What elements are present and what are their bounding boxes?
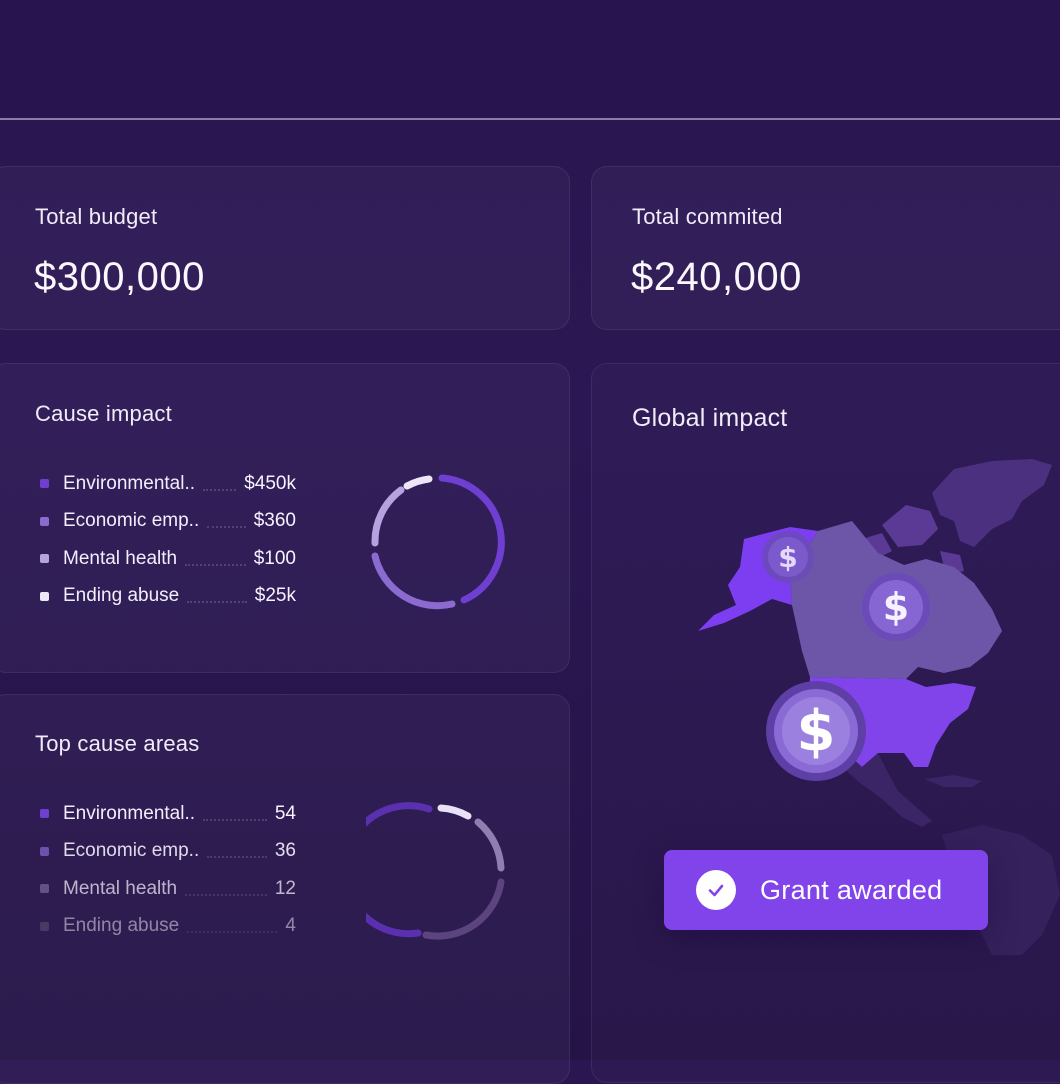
donut-segment <box>403 475 433 490</box>
legend-value: $450k <box>244 472 296 494</box>
top-cause-areas-legend: Environmental.. 54 Economic emp.. 36 Menta… <box>40 795 296 945</box>
legend-dot <box>40 921 49 931</box>
list-item: Mental health 12 <box>40 870 296 908</box>
total-budget-title: Total budget <box>35 204 158 229</box>
legend-dot <box>40 516 49 526</box>
donut-segment <box>371 486 405 547</box>
total-committed-title: Total commited <box>632 204 783 229</box>
cause-impact-legend: Environmental.. $450k Economic emp.. $360 … <box>40 465 296 615</box>
legend-dot <box>40 846 49 856</box>
donut-segment <box>366 802 433 938</box>
legend-value: 36 <box>274 840 296 862</box>
check-icon <box>696 870 736 910</box>
cause-impact-donut <box>371 474 505 610</box>
grant-awarded-label: Grant awarded <box>760 874 943 905</box>
caribbean-shape <box>924 775 982 787</box>
legend-value: $360 <box>253 510 296 532</box>
legend-label: Economic emp.. <box>63 510 200 532</box>
list-item: Environmental.. 54 <box>40 795 296 833</box>
legend-dot <box>40 809 49 819</box>
legend-label: Mental health <box>63 877 178 899</box>
list-item: Economic emp.. $360 <box>40 503 296 541</box>
svg-text:$: $ <box>797 699 836 764</box>
global-impact-title: Global impact <box>632 404 788 432</box>
legend-value: 4 <box>285 915 296 937</box>
list-item: Economic emp.. 36 <box>40 833 296 871</box>
total-budget-card: Total budget $300,000 <box>0 166 570 330</box>
total-committed-value: $240,000 <box>631 255 802 299</box>
legend-dot <box>40 884 49 894</box>
list-item: Ending abuse 4 <box>40 908 296 946</box>
legend-dot <box>40 591 49 601</box>
legend-dot <box>40 554 49 564</box>
legend-label: Mental health <box>63 547 178 569</box>
dollar-coin-icon: $ <box>766 681 866 781</box>
top-cause-areas-donut <box>366 802 505 940</box>
svg-text:$: $ <box>778 541 797 574</box>
legend-value: 54 <box>274 802 296 824</box>
donut-segment <box>437 804 472 820</box>
list-item: Mental health $100 <box>40 540 296 578</box>
donut-segment <box>438 474 505 604</box>
legend-value: $25k <box>254 585 296 607</box>
legend-dot <box>40 479 49 489</box>
legend-value: $100 <box>253 547 296 569</box>
total-committed-card: Total commited $240,000 <box>591 166 1060 330</box>
legend-label: Environmental.. <box>63 802 196 824</box>
total-budget-value: $300,000 <box>34 255 205 299</box>
donut-segment <box>371 552 456 610</box>
list-item: Ending abuse $25k <box>40 578 296 616</box>
donut-segment <box>474 818 505 872</box>
legend-label: Environmental.. <box>63 472 196 494</box>
legend-label: Ending abuse <box>63 915 180 937</box>
svg-text:$: $ <box>883 585 909 629</box>
top-cause-areas-title: Top cause areas <box>35 731 200 756</box>
dollar-coin-icon: $ <box>762 531 814 583</box>
legend-label: Economic emp.. <box>63 840 200 862</box>
list-item: Environmental.. $450k <box>40 465 296 503</box>
top-bar <box>0 0 1060 120</box>
grant-awarded-button[interactable]: Grant awarded <box>664 850 988 930</box>
dollar-coin-icon: $ <box>862 573 930 641</box>
legend-value: 12 <box>274 877 296 899</box>
legend-label: Ending abuse <box>63 585 180 607</box>
cause-impact-title: Cause impact <box>35 401 172 426</box>
donut-segment <box>422 878 505 940</box>
greenland-shape <box>932 459 1052 547</box>
